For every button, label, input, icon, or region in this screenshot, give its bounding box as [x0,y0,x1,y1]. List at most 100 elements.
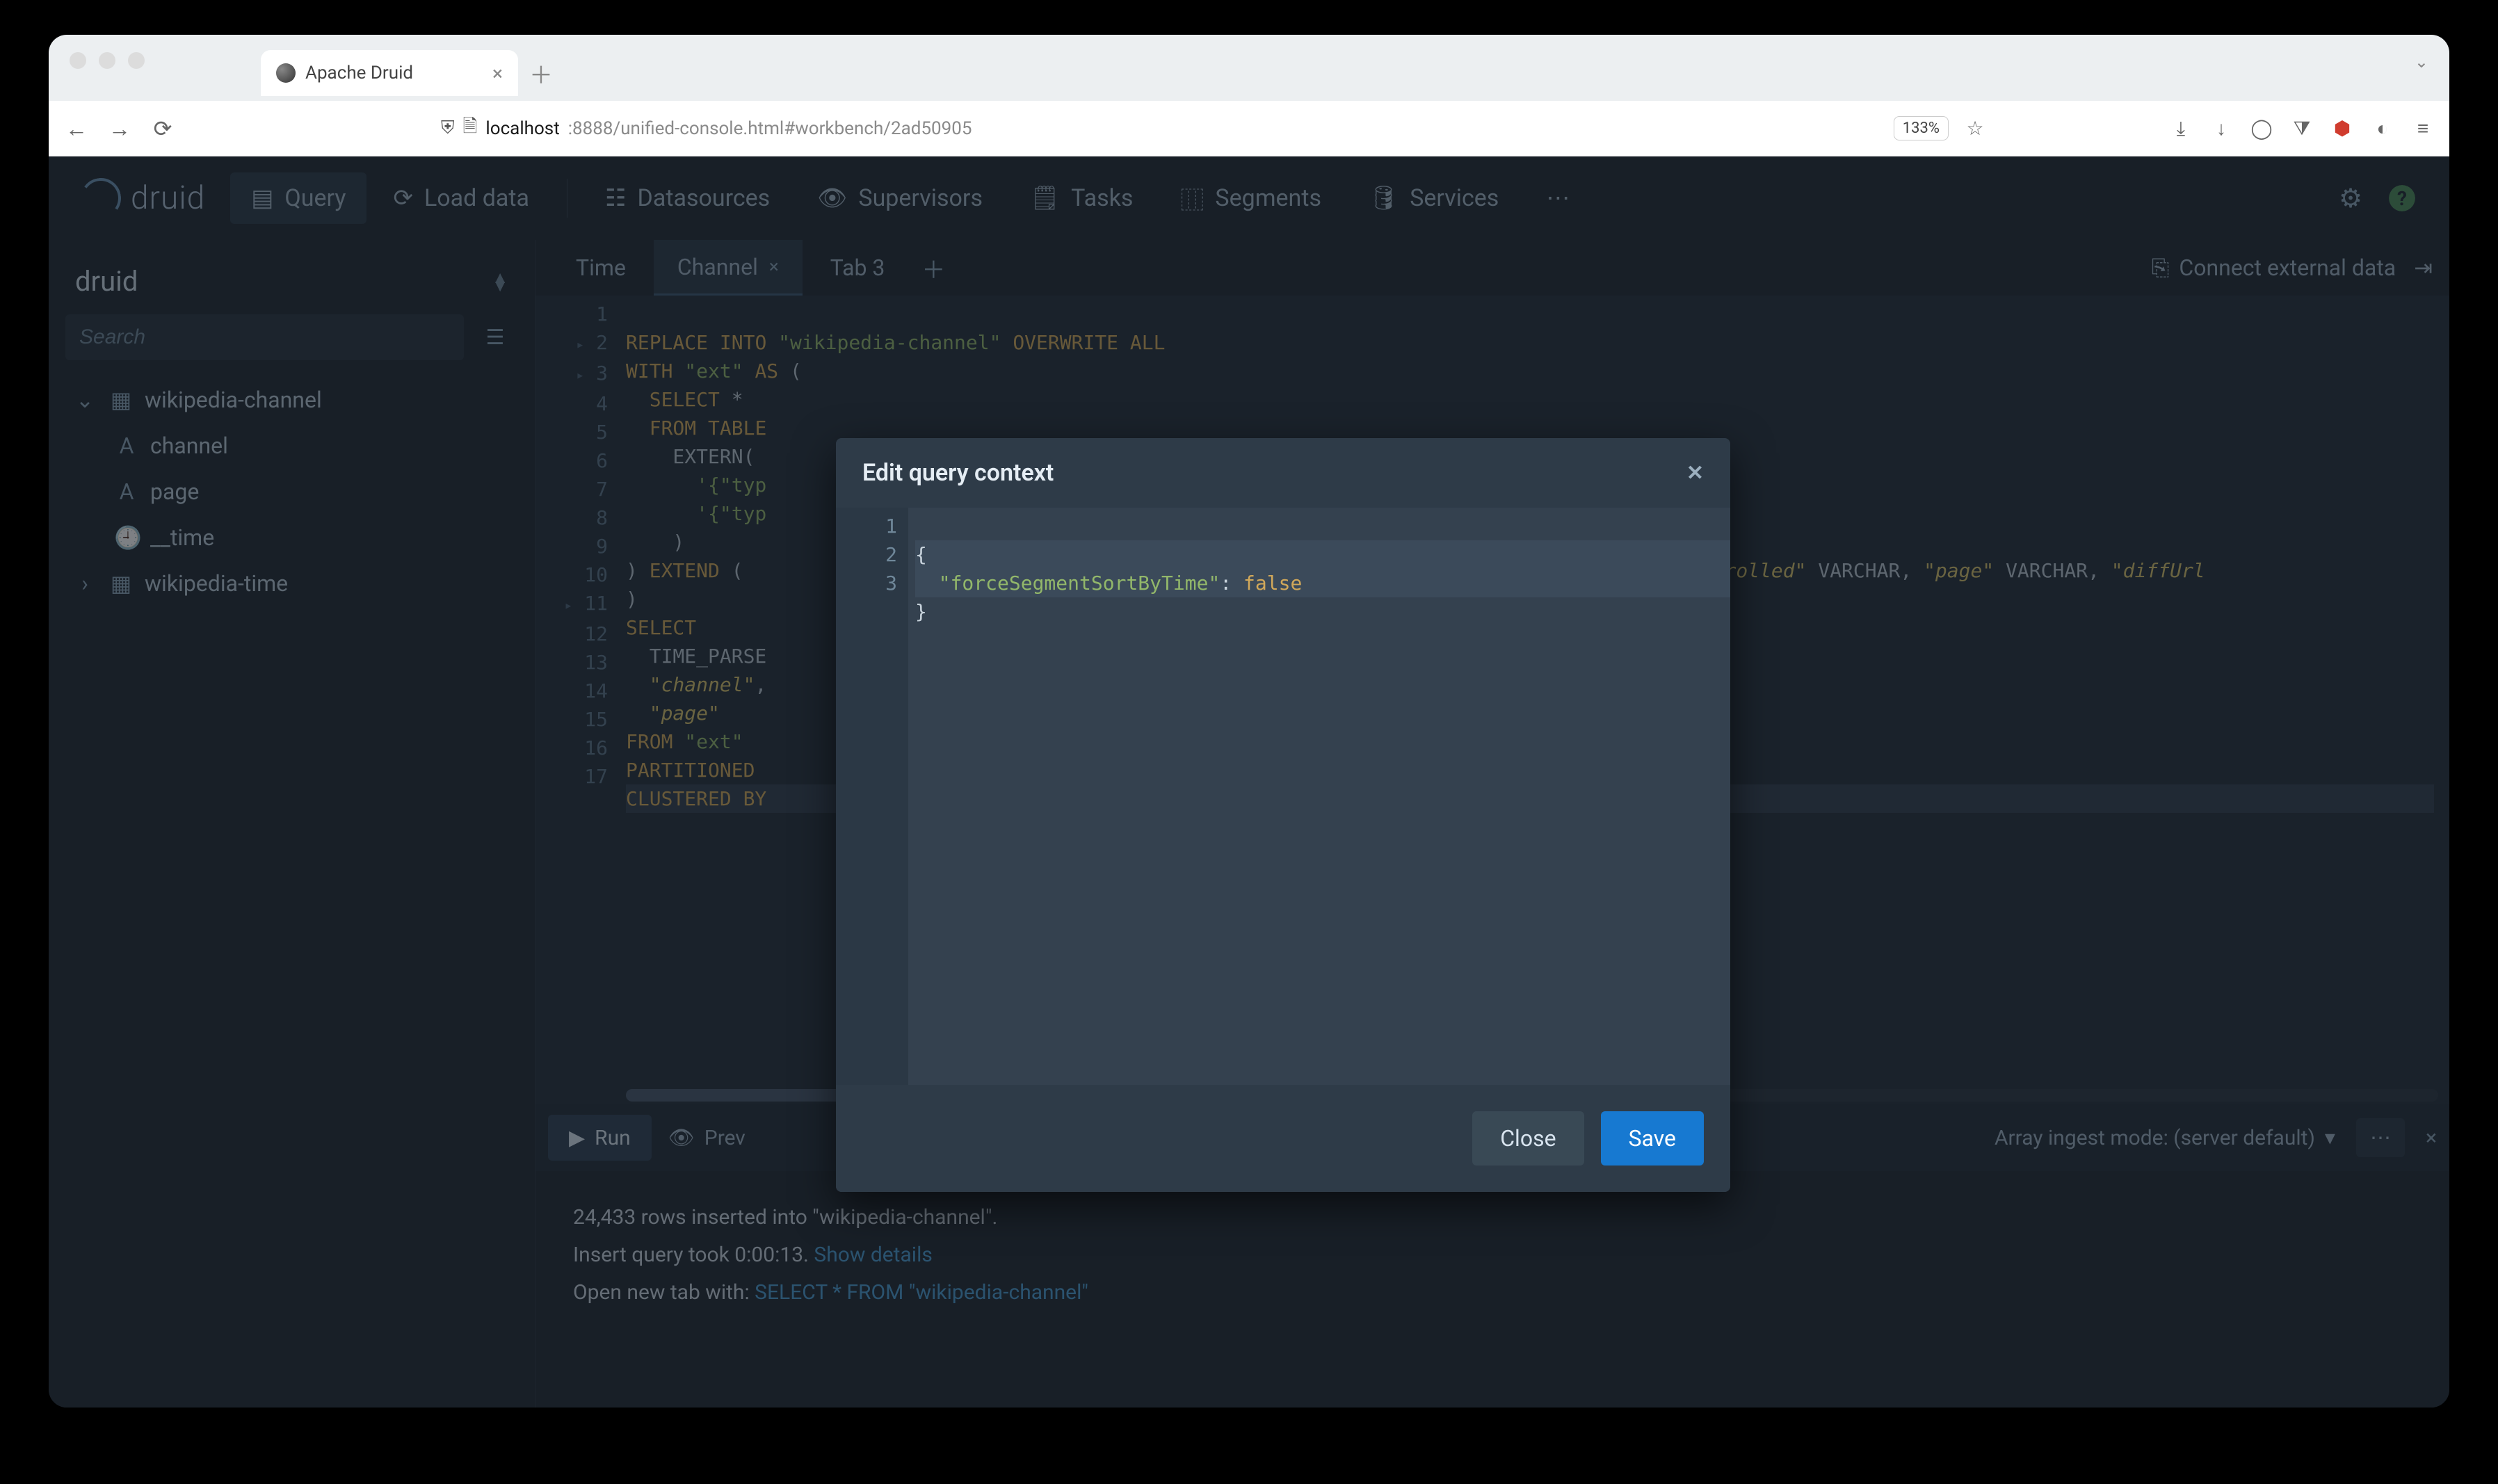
tree-col-channel[interactable]: A channel [65,424,518,467]
misc-toolbar-icon[interactable]: ◐ [2369,115,2396,143]
bookmark-star-icon[interactable]: ☆ [1961,115,1989,143]
addressbar: ← → ⟳ ⛨ 🗎 localhost:8888/unified-console… [49,101,2449,156]
result-timing: Insert query took 0:00:13. [573,1243,814,1267]
datasources-icon: ☷ [605,184,626,212]
dialog-footer: Close Save [836,1085,1730,1192]
context-editor[interactable]: 123 { "forceSegmentSortByTime": false } [836,508,1730,1085]
dialog-close-icon[interactable]: ✕ [1686,461,1704,485]
brand-label: druid [131,179,205,217]
source-picker[interactable]: druid ▲▼ [65,257,518,306]
open-tab-prefix: Open new tab with: [573,1280,755,1305]
string-type-icon: A [114,433,139,459]
tab-title: Apache Druid [305,63,413,83]
app-navbar: druid ▤ Query ⟳ Load data ☷ Datasources … [49,156,2449,240]
zoom-chip[interactable]: 133% [1894,116,1949,140]
qtab-label: Channel [677,254,758,280]
add-qtab-button[interactable]: ＋ [912,247,954,289]
tree-col-time[interactable]: 🕘 __time [65,516,518,559]
hamburger-menu-icon[interactable]: ≡ [2409,115,2437,143]
runbar-close-icon[interactable]: × [2426,1126,2437,1150]
lock-icon[interactable]: 🗎 [463,113,478,144]
dialog-title: Edit query context [862,459,1054,487]
import-panel-icon[interactable]: ⇥ [2414,255,2433,281]
nav-svc-label: Services [1410,184,1499,212]
save-button[interactable]: Save [1601,1111,1704,1166]
result-summary: 24,433 rows inserted into "wikipedia-cha… [573,1199,2412,1236]
filter-sliders-icon[interactable]: ☰ [472,314,518,360]
back-icon[interactable]: ← [61,113,92,144]
save-label: Save [1629,1125,1676,1152]
tree-label: page [150,478,199,505]
sidebar-search-input[interactable] [65,314,464,360]
ingest-mode-select[interactable]: Array ingest mode: (server default) ▾ [1995,1126,2335,1150]
show-details-link[interactable]: Show details [814,1243,932,1267]
adblock-shield-icon[interactable]: ⬢ [2328,115,2356,143]
query-tabs: Time Channel × Tab 3 ＋ ⎘ Connect externa… [535,240,2449,296]
tree-table-wikipedia-time[interactable]: › ▦ wikipedia-time [65,562,518,605]
browser-tab[interactable]: Apache Druid × [261,50,518,96]
qtab-tab3[interactable]: Tab 3 [807,240,909,296]
tree-label: channel [150,433,228,459]
more-dots-icon: ⋯ [2370,1126,2391,1150]
tree-table-wikipedia-channel[interactable]: ⌄ ▦ wikipedia-channel [65,378,518,421]
url-display[interactable]: ⛨ 🗎 localhost:8888/unified-console.html#… [441,113,972,144]
nav-more[interactable]: ⋯ [1525,172,1590,224]
nav-tasks[interactable]: 🗒 Tasks [1009,172,1154,224]
editor-gutter: 1▸ 2▸ 345678910▸ 11121314151617 [535,296,619,1104]
close-button[interactable]: Close [1472,1111,1584,1166]
source-name: druid [75,265,138,298]
nav-query[interactable]: ▤ Query [230,172,366,224]
downloads-icon[interactable]: ↓ [2207,115,2235,143]
tasks-icon: 🗒 [1030,184,1060,212]
nav-segments[interactable]: ⿲ Segments [1159,172,1342,224]
chevron-right-icon: › [72,570,97,597]
tabs-overflow-icon[interactable]: ⌄ [2415,52,2428,72]
traffic-minimize[interactable] [99,52,115,69]
table-icon: ▦ [108,387,134,413]
account-icon[interactable]: ◯ [2248,115,2275,143]
context-code[interactable]: { "forceSegmentSortByTime": false } [908,508,1730,1085]
runbar-more-button[interactable]: ⋯ [2356,1118,2405,1157]
settings-gear-icon[interactable]: ⚙ [2335,183,2366,213]
run-label: Run [595,1126,631,1150]
nav-datasources[interactable]: ☷ Datasources [584,172,791,224]
nav-query-label: Query [284,184,346,212]
shield-icon[interactable]: ⛨ [441,118,455,139]
nav-tasks-label: Tasks [1071,184,1133,212]
qtab-channel[interactable]: Channel × [654,240,803,296]
help-icon[interactable] [2387,183,2417,213]
close-tab-icon[interactable]: × [769,257,779,277]
close-tab-icon[interactable]: × [492,62,503,85]
pocket-icon[interactable]: ⤓ [2167,115,2195,143]
traffic-zoom[interactable] [128,52,145,69]
forward-icon[interactable]: → [104,113,135,144]
url-host: localhost [485,118,559,139]
new-tab-button[interactable]: ＋ [524,56,558,90]
extensions-icon[interactable]: ⧩ [2288,115,2316,143]
schema-tree: ⌄ ▦ wikipedia-channel A channel A page 🕘 [65,378,518,605]
nav-services[interactable]: 🛢 Services [1348,172,1520,224]
run-button[interactable]: ▶ Run [548,1115,652,1161]
close-label: Close [1500,1125,1556,1152]
nav-load-data[interactable]: ⟳ Load data [372,172,550,224]
traffic-lights[interactable] [70,52,145,69]
nav-sup-label: Supervisors [858,184,983,212]
query-icon: ▤ [251,184,273,212]
qtab-time[interactable]: Time [552,240,650,296]
tree-col-page[interactable]: A page [65,470,518,513]
druid-logo-icon [81,178,121,218]
eye-icon: 👁 [668,1126,695,1150]
preview-button[interactable]: 👁 Prev [668,1126,746,1150]
qtab-label: Tab 3 [830,255,885,281]
open-select-link[interactable]: SELECT * FROM "wikipedia-channel" [755,1280,1088,1305]
traffic-close[interactable] [70,52,86,69]
tree-label: __time [150,524,214,551]
load-icon: ⟳ [393,184,413,212]
nav-supervisors[interactable]: 👁 Supervisors [796,172,1004,224]
nav-load-label: Load data [424,184,529,212]
connect-external-data[interactable]: ⎘ Connect external data [2152,255,2396,282]
ingest-mode-label: Array ingest mode: (server default) [1995,1126,2315,1150]
reload-icon[interactable]: ⟳ [147,113,178,144]
results-panel: 24,433 rows inserted into "wikipedia-cha… [535,1171,2449,1408]
druid-logo[interactable]: druid [81,178,205,218]
